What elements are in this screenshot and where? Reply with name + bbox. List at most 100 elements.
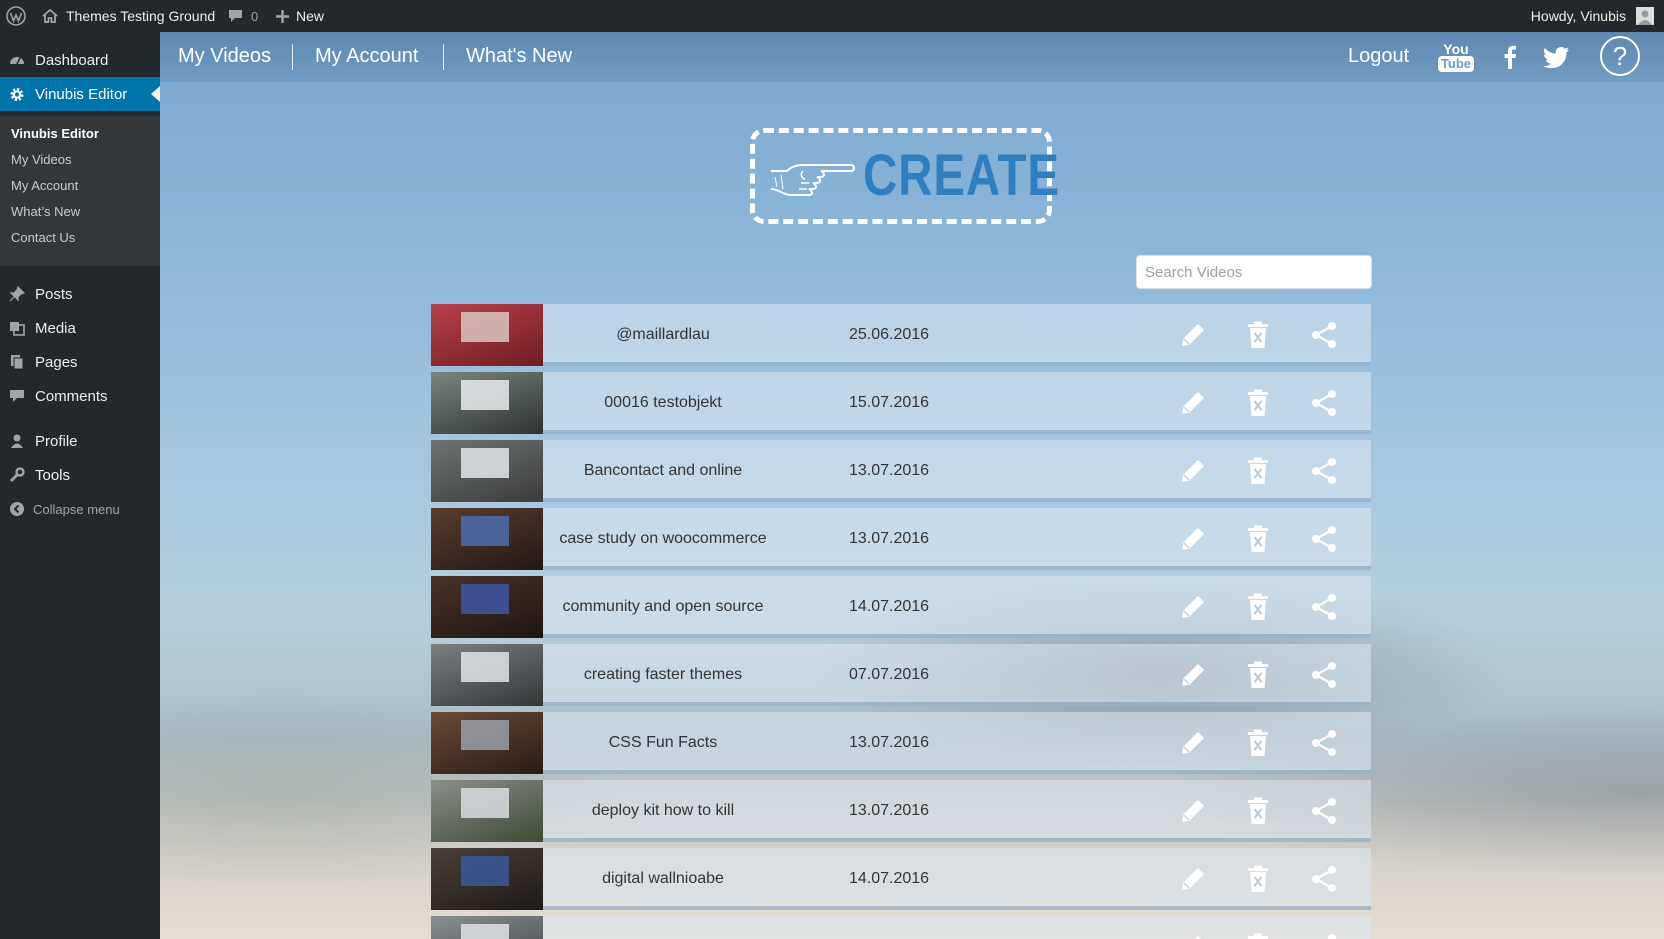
edit-pencil-icon[interactable] — [1177, 319, 1209, 351]
video-title[interactable]: creating faster themes — [543, 644, 783, 706]
delete-trash-icon[interactable] — [1242, 727, 1274, 759]
comment-bubble-icon — [228, 9, 243, 23]
edit-pencil-icon[interactable] — [1177, 931, 1209, 939]
delete-trash-icon[interactable] — [1242, 931, 1274, 939]
nav-my-account[interactable]: My Account — [315, 44, 418, 68]
video-date: 14.07.2016 — [849, 870, 930, 887]
video-thumbnail[interactable] — [431, 440, 543, 502]
video-thumbnail[interactable] — [431, 372, 543, 434]
video-title[interactable]: deploy kit how to kill — [543, 780, 783, 842]
video-thumbnail[interactable] — [431, 916, 543, 939]
site-name-link[interactable]: Themes Testing Ground — [42, 0, 215, 32]
video-thumbnail[interactable] — [431, 508, 543, 570]
video-row[interactable]: digital wallnioabe 14.07.2016 — [431, 848, 1371, 910]
plus-icon — [276, 9, 289, 23]
submenu-item-vinubis-editor[interactable]: Vinubis Editor — [11, 126, 99, 142]
admin-sidebar: Dashboard Vinubis Editor Vinubis Editor … — [0, 32, 160, 939]
sidebar-item-media[interactable]: Media — [0, 311, 160, 345]
video-thumbnail[interactable] — [431, 644, 543, 706]
share-icon[interactable] — [1308, 659, 1340, 691]
delete-trash-icon[interactable] — [1242, 659, 1274, 691]
facebook-icon[interactable] — [1500, 44, 1520, 70]
video-title[interactable]: digital wallnioabe — [543, 848, 783, 910]
video-title[interactable]: community and open source — [543, 576, 783, 638]
video-thumbnail[interactable] — [431, 848, 543, 910]
delete-trash-icon[interactable] — [1242, 387, 1274, 419]
twitter-icon[interactable] — [1542, 45, 1570, 69]
share-icon[interactable] — [1308, 931, 1340, 939]
comments-link[interactable]: 0 — [228, 0, 258, 32]
video-row[interactable]: case study on woocommerce 13.07.2016 — [431, 508, 1371, 570]
edit-pencil-icon[interactable] — [1177, 523, 1209, 555]
video-row[interactable]: 00016 testobjekt 15.07.2016 — [431, 372, 1371, 434]
edit-pencil-icon[interactable] — [1177, 795, 1209, 827]
help-icon[interactable]: ? — [1600, 36, 1640, 76]
video-row[interactable]: CSS Fun Facts 13.07.2016 — [431, 712, 1371, 774]
submenu-item-my-videos[interactable]: My Videos — [11, 152, 71, 168]
share-icon[interactable] — [1308, 863, 1340, 895]
youtube-icon[interactable]: You Tube — [1437, 40, 1475, 74]
edit-pencil-icon[interactable] — [1177, 455, 1209, 487]
video-row[interactable]: creating faster themes 07.07.2016 — [431, 644, 1371, 706]
edit-pencil-icon[interactable] — [1177, 387, 1209, 419]
delete-trash-icon[interactable] — [1242, 863, 1274, 895]
sidebar-item-vinubis-editor[interactable]: Vinubis Editor — [0, 77, 160, 111]
thumbnail-screen — [461, 856, 509, 886]
sidebar-item-comments[interactable]: Comments — [0, 379, 160, 413]
edit-pencil-icon[interactable] — [1177, 659, 1209, 691]
share-icon[interactable] — [1308, 319, 1340, 351]
delete-trash-icon[interactable] — [1242, 795, 1274, 827]
video-title[interactable] — [543, 916, 783, 939]
video-title[interactable]: 00016 testobjekt — [543, 372, 783, 434]
share-icon[interactable] — [1308, 795, 1340, 827]
share-icon[interactable] — [1308, 455, 1340, 487]
delete-trash-icon[interactable] — [1242, 319, 1274, 351]
delete-trash-icon[interactable] — [1242, 591, 1274, 623]
avatar[interactable] — [1636, 0, 1654, 32]
video-thumbnail[interactable] — [431, 576, 543, 638]
sidebar-item-profile[interactable]: Profile — [0, 424, 160, 458]
video-title[interactable]: Bancontact and online — [543, 440, 783, 502]
nav-whats-new[interactable]: What's New — [466, 44, 572, 68]
delete-trash-icon[interactable] — [1242, 455, 1274, 487]
share-icon[interactable] — [1308, 387, 1340, 419]
delete-trash-icon[interactable] — [1242, 523, 1274, 555]
vinubis-app: My Videos My Account What's New Logout Y… — [160, 32, 1664, 939]
video-row[interactable]: Bancontact and online 13.07.2016 — [431, 440, 1371, 502]
submenu-item-contact-us[interactable]: Contact Us — [11, 230, 75, 246]
video-title[interactable]: CSS Fun Facts — [543, 712, 783, 774]
submenu-item-whats-new[interactable]: What’s New — [11, 204, 80, 220]
sidebar-item-label: Comments — [35, 388, 108, 405]
edit-pencil-icon[interactable] — [1177, 727, 1209, 759]
collapse-menu-button[interactable]: Collapse menu — [0, 492, 160, 526]
nav-my-videos[interactable]: My Videos — [178, 44, 271, 68]
thumbnail-screen — [461, 516, 509, 546]
share-icon[interactable] — [1308, 523, 1340, 555]
video-thumbnail[interactable] — [431, 304, 543, 366]
edit-pencil-icon[interactable] — [1177, 863, 1209, 895]
new-content-link[interactable]: New — [276, 0, 324, 32]
sidebar-item-dashboard[interactable]: Dashboard — [0, 43, 160, 77]
sidebar-item-pages[interactable]: Pages — [0, 345, 160, 379]
video-row[interactable]: deploy kit how to kill 13.07.2016 — [431, 780, 1371, 842]
video-row[interactable]: community and open source 14.07.2016 — [431, 576, 1371, 638]
create-button[interactable]: CREATE — [750, 128, 1059, 224]
my-account-link[interactable]: Howdy, Vinubis — [1531, 0, 1626, 32]
sidebar-item-posts[interactable]: Posts — [0, 277, 160, 311]
nav-divider — [443, 44, 444, 70]
submenu-item-my-account[interactable]: My Account — [11, 178, 78, 194]
edit-pencil-icon[interactable] — [1177, 591, 1209, 623]
video-title[interactable]: @maillardlau — [543, 304, 783, 366]
sidebar-item-tools[interactable]: Tools — [0, 458, 160, 492]
thumbnail-screen — [461, 720, 509, 750]
search-videos-input[interactable] — [1136, 255, 1372, 289]
share-icon[interactable] — [1308, 727, 1340, 759]
video-thumbnail[interactable] — [431, 712, 543, 774]
wordpress-logo-icon[interactable] — [6, 0, 26, 32]
video-row[interactable]: @maillardlau 25.06.2016 — [431, 304, 1371, 366]
logout-link[interactable]: Logout — [1348, 44, 1409, 68]
video-row[interactable] — [431, 916, 1371, 939]
video-thumbnail[interactable] — [431, 780, 543, 842]
video-title[interactable]: case study on woocommerce — [543, 508, 783, 570]
share-icon[interactable] — [1308, 591, 1340, 623]
